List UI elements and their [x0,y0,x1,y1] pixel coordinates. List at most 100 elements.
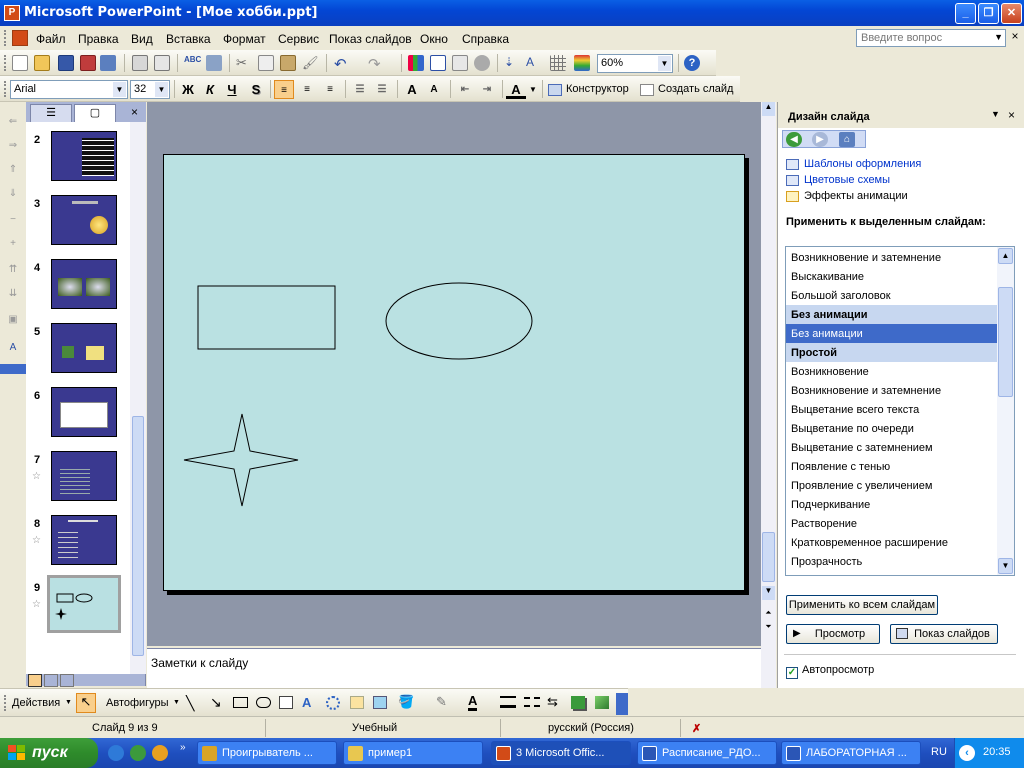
show-formatting-icon[interactable]: A [5,342,21,356]
actions-menu[interactable]: Действия [12,697,60,709]
font-color-icon[interactable]: A [506,80,526,99]
numbering-button[interactable]: ☰ [350,80,370,99]
scroll-thumb[interactable] [132,416,144,656]
insert-picture-icon[interactable] [373,696,387,709]
slide-sorter-icon[interactable] [44,674,58,687]
apply-to-all-slides-button[interactable]: Применить ко всем слайдам [786,595,938,615]
slide-thumb-row[interactable]: 5 [26,323,130,383]
menu-insert[interactable]: Вставка [166,32,211,46]
font-select[interactable]: Arial ▼ [10,80,128,99]
scroll-thumb[interactable] [762,532,775,582]
previous-slide-icon[interactable]: ⏶ [762,608,775,622]
expand-icon[interactable]: + [5,238,21,252]
font-size-select[interactable]: 32 ▼ [130,80,170,99]
new-slide-button[interactable]: Создать слайд [658,83,733,95]
cut-icon[interactable]: ✂ [236,55,252,71]
list-item[interactable]: Возникновение [786,362,998,381]
close-icon[interactable]: × [131,105,138,119]
next-slide-icon[interactable]: ⏷ [762,622,775,636]
link-color-schemes[interactable]: Цветовые схемы [804,174,890,186]
promote-icon[interactable]: ⇐ [5,116,21,130]
list-item[interactable]: Кратковременное расширение [786,533,998,552]
print-preview-icon[interactable] [154,55,170,71]
toolbar-options[interactable] [0,364,26,374]
align-left-button[interactable]: ≡ [274,80,294,99]
summary-slide-icon[interactable]: ▣ [5,314,21,328]
list-item[interactable]: Выцветание с затемнением [786,438,998,457]
wordart-icon[interactable]: A [302,695,311,710]
checkbox-check-icon[interactable]: ✓ [786,667,798,679]
chevron-down-icon[interactable]: ▼ [113,82,126,97]
menu-format[interactable]: Формат [223,32,266,46]
taskbar-item-active[interactable]: 3 Microsoft Offic... [491,741,631,765]
dash-style-icon[interactable] [524,697,540,707]
list-item[interactable]: Выцветание всего текста [786,400,998,419]
scroll-down-icon[interactable]: ▼ [762,586,775,600]
redo-icon[interactable]: ↷ [368,55,384,73]
list-item[interactable]: Выскакивание [786,267,998,286]
taskbar-item[interactable]: пример1 [343,741,483,765]
diagram-icon[interactable] [326,696,340,710]
taskbar-item[interactable]: Проигрыватель ... [197,741,337,765]
expand-all-icon[interactable]: ⇣ [504,55,520,71]
taskbar-item[interactable]: ЛАБОРАТОРНАЯ ... [781,741,921,765]
italic-button[interactable]: К [200,80,220,99]
collapse-all-icon[interactable]: ⇈ [5,264,21,278]
notes-pane[interactable]: Заметки к слайду [147,648,761,688]
animation-scheme-list[interactable]: Возникновение и затемнение Выскакивание … [785,246,1015,576]
fill-color-icon[interactable]: 🪣 [398,694,414,710]
document-icon[interactable] [12,30,28,46]
scroll-up-icon[interactable]: ▲ [762,102,775,116]
tables-borders-icon[interactable] [452,55,468,71]
slide-thumbnail[interactable] [51,387,117,437]
move-down-icon[interactable]: ⇓ [5,188,21,202]
new-slide-icon[interactable] [640,84,654,96]
oval-tool-icon[interactable] [256,697,271,708]
increase-indent-icon[interactable]: ⇥ [477,80,497,99]
close-icon[interactable]: × [1008,108,1015,122]
home-icon[interactable]: ⌂ [839,132,855,147]
animation-list-scrollbar[interactable]: ▲ ▼ [997,247,1014,575]
save-icon[interactable] [58,55,74,71]
email-icon[interactable] [100,55,116,71]
current-slide[interactable] [163,154,745,591]
close-button[interactable]: ✕ [1001,3,1022,24]
list-item[interactable]: Большой заголовок [786,286,998,305]
help-icon[interactable]: ? [684,55,700,71]
clip-art-icon[interactable] [350,696,364,709]
list-item[interactable]: Подчеркивание [786,495,998,514]
collapse-icon[interactable]: − [5,214,21,228]
chevron-down-icon[interactable]: ▼ [994,32,1003,42]
link-animation-schemes[interactable]: Эффекты анимации [804,190,908,202]
normal-view-icon[interactable] [28,674,42,687]
slide-thumb-row[interactable]: 2 [26,131,130,191]
slide-thumbnail[interactable] [51,515,117,565]
show-formatting-icon[interactable]: A [526,55,542,71]
chevron-right-icon[interactable]: » [180,742,186,753]
slide-thumb-row[interactable]: 3 [26,195,130,255]
copy-icon[interactable] [258,55,274,71]
line-color-icon[interactable]: ✎ [436,694,447,710]
insert-table-icon[interactable] [430,55,446,71]
demote-icon[interactable]: ⇒ [5,140,21,154]
slide-thumb-row[interactable]: 9 ☆ [26,575,130,639]
menu-window[interactable]: Окно [420,32,448,46]
textbox-tool-icon[interactable] [279,696,293,709]
3d-style-icon[interactable] [595,696,609,709]
expand-all-icon[interactable]: ⇊ [5,288,21,302]
rectangle-tool-icon[interactable] [233,697,248,708]
slide-thumbnail[interactable] [51,451,117,501]
chevron-down-icon[interactable]: ▼ [65,699,72,706]
autopreview-checkbox[interactable]: ✓ Автопросмотр [786,664,874,679]
list-item[interactable]: Прозрачность [786,552,998,571]
paste-icon[interactable] [280,55,296,71]
start-button[interactable]: пуск [0,738,98,768]
select-pointer-icon[interactable]: ↖ [76,693,96,713]
chevron-down-icon[interactable]: ▼ [173,699,180,706]
print-icon[interactable] [132,55,148,71]
forward-icon[interactable]: ▶ [812,132,828,147]
line-style-icon[interactable] [500,696,516,708]
slide-vertical-scrollbar[interactable]: ▲ ▼ ⏶ ⏷ [761,102,776,688]
help-question-input[interactable]: Введите вопрос ▼ [856,29,1006,47]
slideshow-button[interactable]: Показ слайдов [890,624,998,644]
